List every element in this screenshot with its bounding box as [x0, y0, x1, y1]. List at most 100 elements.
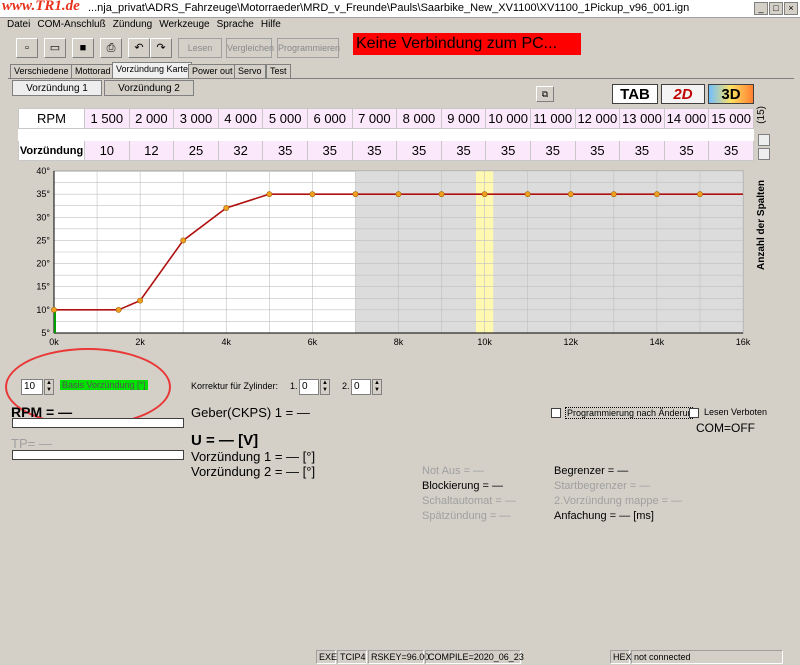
vz-cell[interactable]: 35 [396, 140, 442, 161]
y-tick-label: 20° [36, 259, 50, 269]
rpm-cell[interactable]: 14 000 [663, 108, 710, 129]
blockierung-value: Blockierung = — [422, 480, 504, 492]
zylinder1-input[interactable]: 0 [299, 379, 319, 395]
lesen-button[interactable]: Lesen [178, 38, 222, 58]
save-icon[interactable]: ■ [72, 38, 94, 58]
subtab-vorzuendung-2[interactable]: Vorzündung 2 [104, 80, 194, 96]
data-point [180, 237, 187, 244]
vz-cell[interactable]: 35 [574, 140, 621, 161]
menu-item-1[interactable]: COM-Anschluß [37, 19, 105, 30]
vz-cell[interactable]: 35 [529, 140, 576, 161]
rpm-bar [12, 418, 184, 428]
rpm-cell[interactable]: 6 000 [306, 108, 353, 129]
vz-cell[interactable]: 35 [262, 140, 308, 161]
tab-test[interactable]: Test [266, 64, 291, 78]
tab-vorzuendung-karte[interactable]: Vorzündung Karte [112, 62, 193, 78]
menu-item-2[interactable]: Zündung [113, 19, 152, 30]
zylinder2-spinner[interactable]: ▲ ▼ [372, 379, 382, 395]
zylinder1-spinner[interactable]: ▲ ▼ [320, 379, 330, 395]
menu-item-0[interactable]: Datei [7, 19, 30, 30]
rpm-cell[interactable]: 11 000 [529, 108, 576, 129]
lesen-verboten-checkbox[interactable] [689, 408, 699, 418]
rpm-cell[interactable]: 2 000 [128, 108, 175, 129]
vz-cell[interactable]: 35 [351, 140, 398, 161]
tab-verschiedene[interactable]: Verschiedene [10, 64, 73, 78]
data-point [697, 191, 703, 198]
add-column-button[interactable] [758, 134, 770, 146]
redo-icon[interactable]: ↷ [150, 38, 172, 58]
minimize-button[interactable]: _ [754, 2, 768, 15]
maximize-button[interactable]: □ [769, 2, 783, 15]
status-hex: HEX [610, 650, 632, 664]
data-point [481, 191, 488, 198]
begrenzer-value: Begrenzer = — [554, 465, 629, 477]
close-button[interactable]: × [784, 2, 798, 15]
tab-servo[interactable]: Servo [234, 64, 266, 78]
ignition-table: RPM 1 500 2 000 3 000 4 000 5 000 6 000 7 000 8 … [18, 108, 754, 161]
prog-checkbox-label[interactable]: Programmierung nach Änderur [565, 407, 693, 419]
vz-cell[interactable]: 25 [173, 140, 219, 161]
view-3d-button[interactable]: 3D [708, 84, 754, 104]
vz-cell[interactable]: 35 [663, 140, 710, 161]
rpm-cell[interactable]: 15 000 [708, 108, 754, 129]
y-tick-label: 15° [36, 282, 50, 292]
vz2-mappe-value: 2.Vorzündung mappe = — [554, 495, 683, 507]
undo-icon[interactable]: ↶ [128, 38, 150, 58]
y-tick-label: 25° [36, 235, 50, 245]
vz-cell[interactable]: 35 [485, 140, 531, 161]
remove-column-button[interactable] [758, 148, 770, 160]
rpm-cell[interactable]: 12 000 [574, 108, 621, 129]
data-point [438, 191, 445, 198]
y-tick-label: 10° [36, 305, 50, 315]
basis-label: Basis Vorzündung [°] [60, 380, 148, 390]
vz-header: Vorzündung [18, 140, 85, 161]
y-tick-label: 35° [36, 189, 50, 199]
vz-cell[interactable]: 32 [217, 140, 264, 161]
menu-item-5[interactable]: Hilfe [261, 19, 281, 30]
rpm-cell[interactable]: 1 500 [84, 108, 130, 129]
tab-mottorad[interactable]: Mottorad [71, 64, 115, 78]
vz-cell[interactable]: 35 [708, 140, 754, 161]
prog-checkbox[interactable] [551, 408, 561, 418]
zylinder2-input[interactable]: 0 [351, 379, 371, 395]
programmieren-button[interactable]: Programmieren [277, 38, 340, 58]
rpm-cell[interactable]: 9 000 [440, 108, 487, 129]
rpm-cell[interactable]: 7 000 [351, 108, 398, 129]
print-icon[interactable]: ⎙ [100, 38, 122, 58]
lesen-verboten-label[interactable]: Lesen Verboten [704, 407, 767, 417]
new-file-icon[interactable]: ▫ [16, 38, 38, 58]
data-point [395, 191, 402, 198]
x-tick-label: 12k [563, 337, 578, 347]
x-tick-label: 10k [477, 337, 492, 347]
menu-item-4[interactable]: Sprache [217, 19, 254, 30]
subtab-vorzuendung-1[interactable]: Vorzündung 1 [12, 80, 102, 96]
view-2d-button[interactable]: 2D [661, 84, 705, 104]
rpm-cell[interactable]: 3 000 [173, 108, 219, 129]
rpm-cell[interactable]: 8 000 [396, 108, 442, 129]
vz-cell[interactable]: 12 [128, 140, 175, 161]
vergleichen-button[interactable]: Vergleichen [226, 38, 274, 58]
data-point [309, 191, 316, 198]
rpm-cell[interactable]: 4 000 [217, 108, 264, 129]
vz-cell[interactable]: 35 [440, 140, 487, 161]
basis-input[interactable]: 10 [21, 379, 43, 395]
view-tab-button[interactable]: TAB [612, 84, 658, 104]
data-point [115, 306, 122, 313]
vz-cell[interactable]: 10 [84, 140, 130, 161]
x-tick-label: 2k [135, 337, 145, 347]
data-point [266, 191, 273, 198]
open-folder-icon[interactable]: ▭ [44, 38, 66, 58]
vz-cell[interactable]: 35 [619, 140, 665, 161]
ignition-chart[interactable]: 5°10°15°20°25°30°35°40°0k 2k 4k 6k 8k 10k 12k 1… [0, 165, 800, 355]
rpm-cell[interactable]: 13 000 [619, 108, 665, 129]
rpm-cell[interactable]: 5 000 [262, 108, 308, 129]
data-point [610, 191, 617, 198]
copy-icon[interactable]: ⧉ [536, 86, 554, 102]
basis-spinner[interactable]: ▲ ▼ [44, 379, 54, 395]
tp-value: TP= — [11, 436, 52, 451]
menu-item-3[interactable]: Werkzeuge [159, 19, 209, 30]
data-point [352, 191, 359, 198]
vz-cell[interactable]: 35 [306, 140, 353, 161]
rpm-cell[interactable]: 10 000 [485, 108, 531, 129]
tab-power-out[interactable]: Power out [188, 64, 237, 78]
